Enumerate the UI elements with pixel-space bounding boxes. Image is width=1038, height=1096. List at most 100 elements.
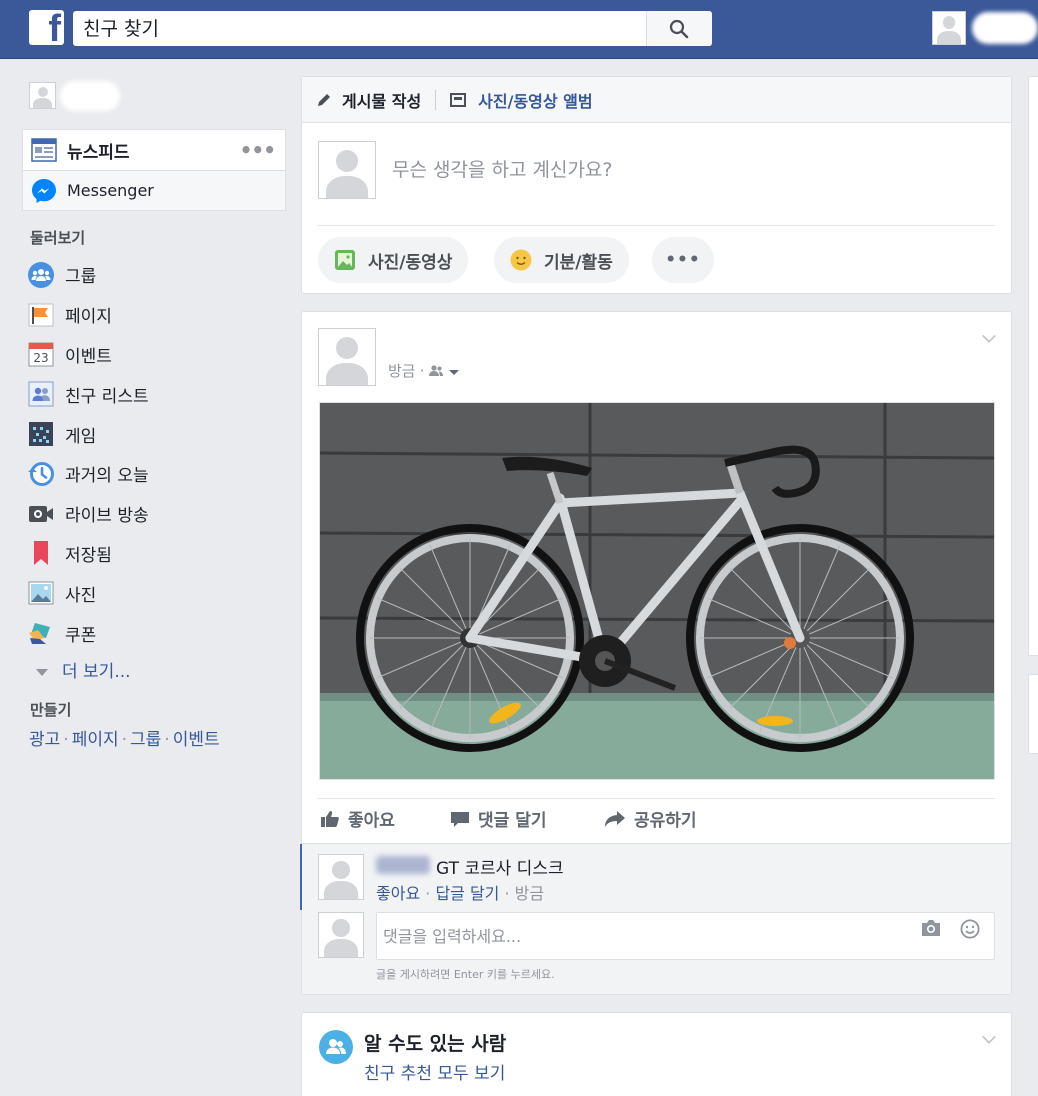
comment-box xyxy=(376,912,995,960)
comment-like-link[interactable]: 좋아요 xyxy=(376,884,420,903)
search-button[interactable] xyxy=(646,11,712,46)
explore-section-title: 둘러보기 xyxy=(30,229,86,247)
sidebar-item-friend-lists[interactable]: 친구 리스트 xyxy=(28,374,149,414)
more-options-button[interactable]: ••• xyxy=(652,237,714,283)
pages-flag-icon xyxy=(28,302,54,328)
sidebar-item-pages[interactable]: 페이지 xyxy=(28,295,149,335)
offers-icon xyxy=(28,620,54,646)
sidebar-item-games[interactable]: 게임 xyxy=(28,414,149,454)
like-button[interactable]: 좋아요 xyxy=(320,806,395,831)
pencil-icon xyxy=(318,93,330,106)
facebook-logo[interactable]: f xyxy=(29,10,64,45)
sidebar-item-photos[interactable]: 사진 xyxy=(28,573,149,613)
create-ad-link[interactable]: 광고 xyxy=(29,730,60,750)
profile-avatar[interactable] xyxy=(932,11,966,45)
messenger-icon xyxy=(31,178,57,204)
pymk-title: 알 수도 있는 사람 xyxy=(364,1033,507,1055)
sidebar-item-newsfeed[interactable]: 뉴스피드 ••• xyxy=(23,130,285,170)
share-button[interactable]: 공유하기 xyxy=(604,806,697,831)
comment-reply-link[interactable]: 답글 달기 xyxy=(435,884,499,903)
tab-write-post[interactable]: 게시물 작성 xyxy=(316,88,421,112)
divider xyxy=(318,225,995,226)
search-box xyxy=(73,11,712,46)
feeling-activity-label: 기분/활동 xyxy=(544,252,613,273)
see-all-suggestions-link[interactable]: 친구 추천 모두 보기 xyxy=(364,1059,505,1084)
comment-label: 댓글 달기 xyxy=(478,811,547,831)
friends-icon[interactable] xyxy=(428,364,460,378)
share-label: 공유하기 xyxy=(634,811,697,831)
sidebar-item-label: 저장됨 xyxy=(65,545,112,566)
sidebar-item-groups[interactable]: 그룹 xyxy=(28,255,149,295)
photo-video-button[interactable]: 사진/동영상 xyxy=(318,237,469,283)
photo-video-label: 사진/동영상 xyxy=(368,252,453,273)
tab-photo-album-label: 사진/동영상 앨범 xyxy=(478,91,593,111)
create-group-link[interactable]: 그룹 xyxy=(130,730,161,750)
post-timestamp[interactable]: 방금 xyxy=(388,360,416,381)
post-photo[interactable] xyxy=(319,402,995,780)
sidebar-item-label: 사진 xyxy=(65,585,97,606)
people-icon xyxy=(319,1030,353,1064)
chevron-down-icon xyxy=(36,668,48,676)
comment-hint: 글을 게시하려면 Enter 키를 누르세요. xyxy=(376,968,555,981)
more-options-icon[interactable]: ••• xyxy=(240,138,276,162)
right-column-card xyxy=(1028,674,1038,754)
sidebar-item-offers[interactable]: 쿠폰 xyxy=(28,613,149,653)
bicycle-photo xyxy=(320,403,994,779)
create-page-link[interactable]: 페이지 xyxy=(72,730,119,750)
camera-icon[interactable] xyxy=(920,919,942,937)
composer-input[interactable]: 무슨 생각을 하고 계신가요? xyxy=(392,155,612,182)
comment-actions: 좋아요 · 답글 달기 · 방금 xyxy=(376,884,545,903)
sidebar-item-label: 그룹 xyxy=(65,267,97,288)
photos-icon xyxy=(28,580,54,606)
saved-bookmark-icon xyxy=(28,540,54,566)
search-input[interactable] xyxy=(73,11,648,46)
composer-tabs: 게시물 작성 사진/동영상 앨범 xyxy=(302,77,1011,123)
comment-timestamp[interactable]: 방금 xyxy=(515,884,544,903)
people-you-may-know-card: 알 수도 있는 사람 친구 추천 모두 보기 xyxy=(301,1012,1012,1096)
top-navigation-bar: f xyxy=(0,0,1038,59)
newsfeed-icon xyxy=(31,137,57,163)
feeling-activity-button[interactable]: 기분/활동 xyxy=(494,237,629,283)
share-arrow-icon xyxy=(605,810,625,827)
comment-button[interactable]: 댓글 달기 xyxy=(450,806,546,831)
live-video-icon xyxy=(28,501,54,527)
create-links: 광고 · 페이지 · 그룹 · 이벤트 xyxy=(29,730,220,750)
tab-divider xyxy=(435,89,437,110)
comment-input[interactable] xyxy=(377,913,897,959)
profile-name-redacted[interactable] xyxy=(972,12,1038,44)
sidebar-profile-name-redacted[interactable] xyxy=(60,81,120,111)
sidebar-item-saved[interactable]: 저장됨 xyxy=(28,534,149,574)
sidebar-item-live-video[interactable]: 라이브 방송 xyxy=(28,494,149,534)
post-author-avatar[interactable] xyxy=(318,328,376,386)
sidebar-item-label: 페이지 xyxy=(65,307,112,328)
sidebar-item-label: 쿠폰 xyxy=(65,625,97,646)
comment-highlight-bar xyxy=(300,844,302,910)
groups-icon xyxy=(28,261,54,288)
sidebar-item-events[interactable]: 23 이벤트 xyxy=(28,335,149,375)
emoji-icon[interactable] xyxy=(960,919,980,939)
right-column-card xyxy=(1028,76,1038,656)
photo-icon xyxy=(334,249,356,271)
on-this-day-icon xyxy=(28,461,54,487)
create-event-link[interactable]: 이벤트 xyxy=(173,730,220,750)
sidebar-nav: 뉴스피드 ••• Messenger xyxy=(22,129,286,211)
sidebar-item-label: Messenger xyxy=(67,181,154,200)
events-calendar-icon: 23 xyxy=(28,341,54,367)
search-icon xyxy=(669,19,689,39)
sidebar-profile-avatar[interactable] xyxy=(29,82,56,109)
post-composer: 게시물 작성 사진/동영상 앨범 무슨 생각을 하고 계신가요? 사진/동영상 … xyxy=(301,76,1012,294)
tab-photo-album[interactable]: 사진/동영상 앨범 xyxy=(450,88,593,112)
see-more-label: 더 보기... xyxy=(62,662,131,682)
smiley-icon xyxy=(510,249,532,271)
like-label: 좋아요 xyxy=(348,811,395,831)
sidebar-item-messenger[interactable]: Messenger xyxy=(23,170,285,210)
post-options-chevron-icon[interactable] xyxy=(982,329,996,343)
commenter-avatar[interactable] xyxy=(318,854,364,900)
calendar-day-label: 23 xyxy=(33,351,48,365)
my-comment-avatar xyxy=(318,912,364,958)
sidebar-item-on-this-day[interactable]: 과거의 오늘 xyxy=(28,454,149,494)
pymk-options-chevron-icon[interactable] xyxy=(982,1030,996,1044)
tab-write-post-label: 게시물 작성 xyxy=(342,91,422,111)
see-more-link[interactable]: 더 보기... xyxy=(36,657,131,682)
commenter-name-redacted[interactable] xyxy=(376,856,430,874)
